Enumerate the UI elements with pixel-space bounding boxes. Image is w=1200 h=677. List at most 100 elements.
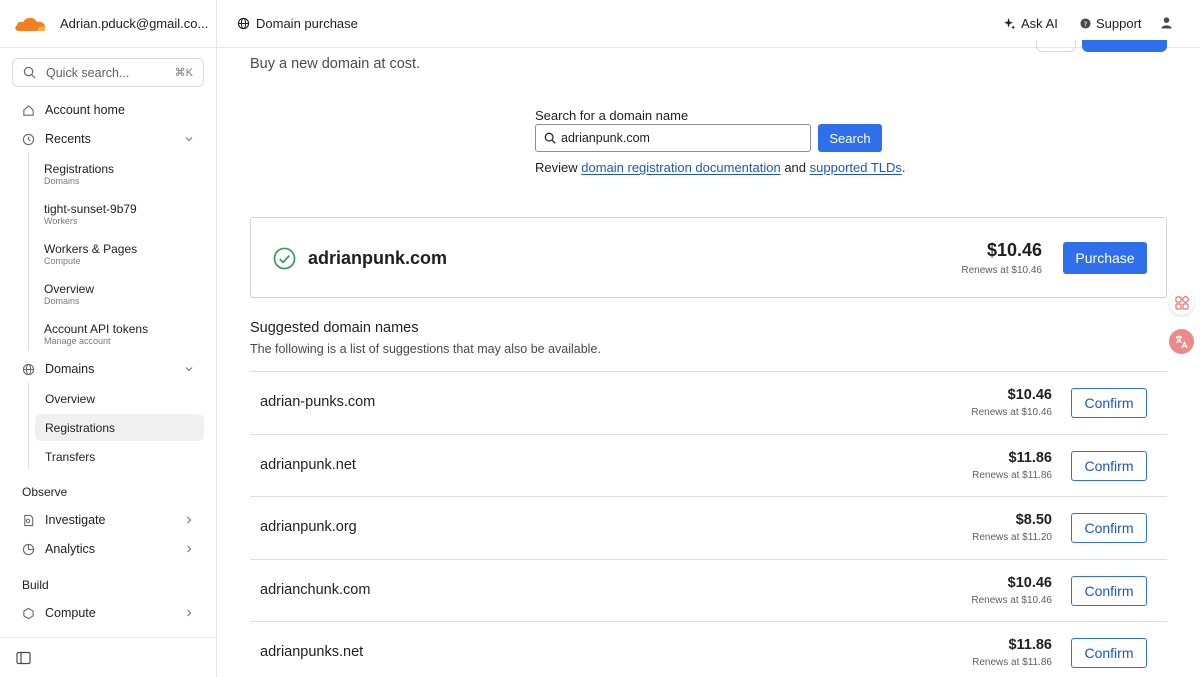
nav-investigate[interactable]: Investigate <box>12 506 204 534</box>
apps-float-button[interactable] <box>1169 290 1194 315</box>
suggestion-row: adrianpunk.net $11.86 Renews at $11.86 C… <box>250 433 1167 497</box>
sidebar-item-transfers[interactable]: Transfers <box>35 443 204 470</box>
result-domain-name: adrianpunk.com <box>308 248 448 268</box>
svg-text:?: ? <box>1084 19 1088 28</box>
sidebar-footer <box>0 637 216 677</box>
recent-item[interactable]: Account API tokens Manage account <box>44 322 148 347</box>
recent-item-title: Overview <box>44 282 95 296</box>
recent-item-title: tight-sunset-9b79 <box>44 202 137 216</box>
suggestion-price: $10.46 <box>1007 387 1052 403</box>
suggestion-price: $8.50 <box>1015 512 1052 528</box>
recent-item-subtitle: Domains <box>44 176 80 186</box>
translate-icon <box>1175 335 1188 349</box>
sidebar-item-domains-overview[interactable]: Overview <box>35 385 204 412</box>
result-renewal-price: Renews at $10.46 <box>961 265 1042 276</box>
confirm-button[interactable]: Confirm <box>1071 388 1147 418</box>
support-button[interactable]: ? Support <box>1080 16 1142 31</box>
header-primary-button[interactable] <box>1082 40 1167 52</box>
compute-icon <box>23 607 34 619</box>
nav-account-home[interactable]: Account home <box>12 96 204 124</box>
clock-icon <box>22 133 35 145</box>
chevron-right-icon <box>187 545 192 553</box>
recent-item-subtitle: Compute <box>44 256 81 266</box>
supported-tlds-link[interactable]: supported TLDs <box>810 160 902 175</box>
domain-result-card: adrianpunk.com $10.46 Renews at $10.46 P… <box>250 217 1167 298</box>
recent-item-title: Registrations <box>44 162 115 176</box>
page-subtitle: Buy a new domain at cost. <box>250 56 421 72</box>
confirm-button[interactable]: Confirm <box>1071 450 1147 481</box>
confirm-button[interactable]: Confirm <box>1071 575 1147 606</box>
help-icon: ? <box>1080 18 1091 29</box>
header-secondary-button[interactable] <box>1036 40 1076 52</box>
suggestion-row: adrianchunk.com $10.46 Renews at $10.46 … <box>250 558 1167 622</box>
recent-item-subtitle: Domains <box>44 296 80 306</box>
recent-item[interactable]: Registrations Domains <box>44 162 114 187</box>
recent-item-subtitle: Manage account <box>44 336 111 346</box>
suggestions-list: adrian-punks.com $10.46 Renews at $10.46… <box>250 371 1167 677</box>
globe-icon <box>22 363 35 375</box>
nav-compute-label: Compute <box>45 606 96 620</box>
confirm-button[interactable]: Confirm <box>1071 513 1147 543</box>
nav-recents[interactable]: Recents <box>12 125 204 153</box>
suggestion-renewal: Renews at $11.20 <box>972 532 1052 543</box>
suggestion-domain: adrianpunk.net <box>260 456 356 473</box>
check-circle-icon <box>273 247 296 270</box>
chevron-right-icon <box>187 516 192 524</box>
suggestion-renewal: Renews at $11.86 <box>972 657 1052 668</box>
nav-analytics-label: Analytics <box>45 542 96 556</box>
recents-tree-line <box>28 153 29 350</box>
domain-registration-docs-link[interactable]: domain registration documentation <box>581 160 780 175</box>
sparkle-icon <box>1003 17 1016 30</box>
domain-search-input[interactable]: adrianpunk.com <box>535 124 811 152</box>
chevron-down-icon <box>185 137 193 142</box>
app: Adrian.pduck@gmail.co... Quick search...… <box>0 0 1200 677</box>
sidebar: Adrian.pduck@gmail.co... Quick search...… <box>0 0 217 677</box>
nav-investigate-label: Investigate <box>45 513 106 527</box>
nav-domains-label: Domains <box>45 362 95 376</box>
sidebar-item-label: Transfers <box>45 449 96 464</box>
translate-float-button[interactable] <box>1169 329 1194 354</box>
search-icon <box>23 66 36 79</box>
suggestion-domain: adrian-punks.com <box>260 394 376 410</box>
suggestion-renewal: Renews at $10.46 <box>971 407 1052 418</box>
breadcrumb: Domain purchase <box>237 16 358 31</box>
search-button[interactable]: Search <box>818 124 882 152</box>
recent-item-title: Workers & Pages <box>44 242 138 256</box>
sidebar-item-label: Overview <box>45 391 96 406</box>
user-icon[interactable] <box>1160 16 1173 29</box>
ask-ai-button[interactable]: Ask AI <box>1003 16 1058 31</box>
sidebar-item-registrations[interactable]: Registrations <box>35 414 204 441</box>
account-email: Adrian.pduck@gmail.co... <box>60 16 209 31</box>
breadcrumb-label: Domain purchase <box>256 16 358 31</box>
domain-search-value: adrianpunk.com <box>561 131 650 145</box>
suggestions-description: The following is a list of suggestions t… <box>250 342 601 356</box>
suggestions-title: Suggested domain names <box>250 320 419 336</box>
cloudflare-logo-icon <box>15 17 46 31</box>
section-build: Build <box>22 578 49 592</box>
suggestion-domain: adrianpunks.net <box>260 644 364 660</box>
account-switcher[interactable]: Adrian.pduck@gmail.co... <box>0 0 216 48</box>
suggestion-renewal: Renews at $10.46 <box>971 594 1052 606</box>
suggestion-domain: adrianchunk.com <box>260 581 371 598</box>
ask-ai-label: Ask AI <box>1021 16 1058 31</box>
suggestion-price: $10.46 <box>1007 574 1052 591</box>
quick-search-input[interactable]: Quick search... ⌘K <box>12 58 204 87</box>
purchase-button[interactable]: Purchase <box>1063 242 1147 274</box>
recent-item[interactable]: Workers & Pages Compute <box>44 242 137 267</box>
review-suffix: . <box>901 160 906 175</box>
nav-analytics[interactable]: Analytics <box>12 535 204 563</box>
document-search-icon <box>24 514 34 526</box>
suggestion-row: adrianpunk.org $8.50 Renews at $11.20 Co… <box>250 496 1167 559</box>
apps-grid-icon <box>1174 295 1189 310</box>
nav-domains[interactable]: Domains <box>12 355 204 383</box>
chevron-down-icon <box>185 367 193 372</box>
recent-item[interactable]: tight-sunset-9b79 Workers <box>44 202 137 227</box>
recent-item-title: Account API tokens <box>44 322 149 336</box>
sidebar-toggle-icon[interactable] <box>16 651 31 665</box>
recent-item[interactable]: Overview Domains <box>44 282 94 307</box>
section-observe: Observe <box>22 485 68 499</box>
nav-compute[interactable]: Compute <box>12 599 204 627</box>
confirm-button[interactable]: Confirm <box>1071 638 1147 668</box>
suggestion-domain: adrianpunk.org <box>260 519 357 535</box>
recent-item-subtitle: Workers <box>44 216 78 226</box>
